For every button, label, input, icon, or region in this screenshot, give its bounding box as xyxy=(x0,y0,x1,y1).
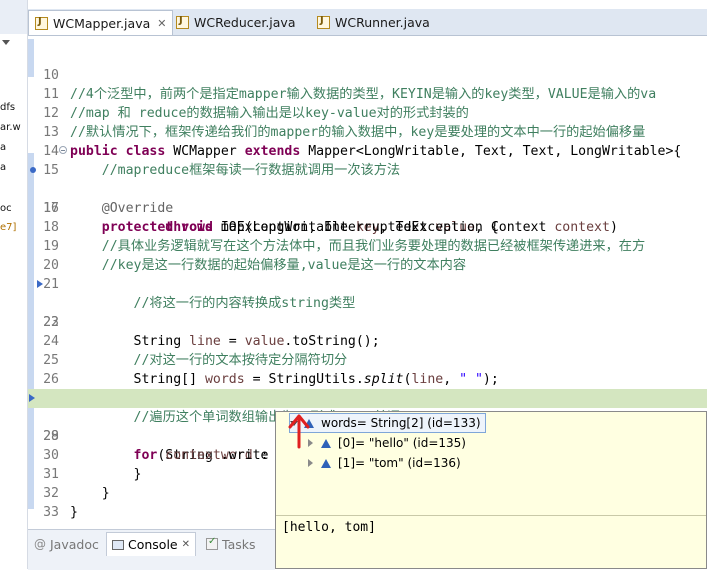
code-line[interactable]: 16 protected void map(LongWritable key, … xyxy=(28,161,707,235)
current-debug-line[interactable]: 28 for(String word : words ){ xyxy=(28,389,707,464)
close-icon[interactable]: ✕ xyxy=(157,17,166,30)
explorer-item[interactable]: a xyxy=(0,162,6,173)
tab-tasks[interactable]: Tasks xyxy=(206,533,256,555)
fold-toggle-icon[interactable] xyxy=(59,146,67,154)
code-line[interactable]: 13 public class WCMapper extends Mapper<… xyxy=(28,104,707,159)
tree-item[interactable]: [0]= "hello" (id=135) xyxy=(308,434,466,452)
variable-tree[interactable]: words= String[2] (id=133) [0]= "hello" (… xyxy=(276,412,706,515)
red-annotation-arrow-icon xyxy=(288,414,310,449)
variable-label: [1]= "tom" (id=136) xyxy=(338,456,461,470)
code-line[interactable]: 24 //对这一行的文本按待定分隔符切分 xyxy=(28,313,707,368)
value-detail-pane[interactable]: [hello, tom] xyxy=(282,520,376,535)
tab-label: Tasks xyxy=(222,536,256,552)
code-line[interactable]: 10 //4个泛型中，前两个是指定mapper输入数据的类型，KEYIN是输入的… xyxy=(28,47,707,102)
explorer-header xyxy=(0,0,27,34)
variable-label: [0]= "hello" (id=135) xyxy=(338,436,466,450)
explorer-item[interactable]: oc xyxy=(0,203,12,214)
popup-divider xyxy=(276,515,706,516)
java-file-icon xyxy=(176,15,189,29)
code-line[interactable]: 18 //具体业务逻辑就写在这个方法体中，而且我们业务要处理的数据已经被框架传递… xyxy=(28,199,707,254)
code-line[interactable]: 14 //mapreduce框架每读一行数据就调用一次该方法 xyxy=(28,123,707,178)
code-line[interactable]: 26 xyxy=(28,351,707,387)
tab-console[interactable]: Console ✕ xyxy=(106,532,197,556)
tab-wcrunner[interactable]: WCRunner.java xyxy=(311,11,436,34)
override-marker-icon xyxy=(30,167,36,173)
variable-label: words= String[2] (id=133) xyxy=(321,416,481,430)
tree-root-words[interactable]: words= String[2] (id=133) xyxy=(289,413,486,433)
java-file-icon xyxy=(317,15,330,29)
code-line[interactable]: 20 xyxy=(28,237,707,273)
field-variable-icon xyxy=(321,458,331,468)
tab-javadoc[interactable]: @ Javadoc xyxy=(34,533,99,555)
editor-tab-bar: WCMapper.java ✕ WCReducer.java WCRunner.… xyxy=(28,9,707,36)
field-variable-icon xyxy=(321,438,331,448)
code-line[interactable]: 12 //默认情况下，框架传递给我们的mapper的输入数据中，key是要处理的… xyxy=(28,85,707,140)
variable-hover-popup[interactable]: words= String[2] (id=133) [0]= "hello" (… xyxy=(275,411,707,569)
tab-label: WCRunner.java xyxy=(335,15,430,30)
code-line[interactable]: 27 //遍历这个单词数组输出为kv形式 K：单词 v：1 xyxy=(28,370,707,425)
javadoc-icon: @ xyxy=(34,537,46,551)
code-line[interactable]: 22 String line = value.toString(); xyxy=(28,275,707,349)
tab-label: WCMapper.java xyxy=(53,15,151,31)
line-number: 33 xyxy=(43,505,59,520)
tasks-icon xyxy=(206,536,218,550)
expand-arrow-icon[interactable] xyxy=(308,459,313,467)
tab-wcreducer[interactable]: WCReducer.java xyxy=(170,11,301,34)
package-explorer-strip: dfs ar.w a a oc e7] xyxy=(0,0,28,569)
explorer-item[interactable]: a xyxy=(0,142,6,153)
tree-item[interactable]: [1]= "tom" (id=136) xyxy=(308,454,461,472)
code-line[interactable]: 17 throws IOException, InterruptedExcept… xyxy=(28,180,707,235)
code-line[interactable]: 19 //key是这一行数据的起始偏移量,value是这一行的文本内容 xyxy=(28,218,707,273)
code-line[interactable]: 15 @Override xyxy=(28,142,707,216)
collapse-arrow-icon[interactable] xyxy=(2,40,10,45)
tab-wcmapper[interactable]: WCMapper.java ✕ xyxy=(28,10,174,35)
explorer-item[interactable]: ar.w xyxy=(0,122,21,133)
code-line[interactable]: 25 String[] words = StringUtils.split(li… xyxy=(28,332,707,387)
explorer-item[interactable]: e7] xyxy=(0,222,16,233)
tab-label: Javadoc xyxy=(50,536,99,552)
instruction-pointer-icon xyxy=(29,394,35,402)
code-line[interactable]: 21 //将这一行的内容转换成string类型 xyxy=(28,256,707,311)
tab-label: WCReducer.java xyxy=(194,15,296,30)
close-icon[interactable]: ✕ xyxy=(182,539,190,550)
java-file-icon xyxy=(35,16,48,30)
tab-label: Console xyxy=(128,537,178,552)
code-line[interactable]: 23 xyxy=(28,294,707,330)
debug-marker-icon xyxy=(37,280,43,288)
console-icon xyxy=(112,539,124,550)
explorer-item[interactable]: dfs xyxy=(0,102,15,113)
bottom-view-tabs: @ Javadoc Console ✕ Tasks xyxy=(28,529,275,570)
code-text: } xyxy=(70,505,78,520)
code-line[interactable]: 11 //map 和 reduce的数据输入输出是以key-value对的形式封… xyxy=(28,66,707,121)
